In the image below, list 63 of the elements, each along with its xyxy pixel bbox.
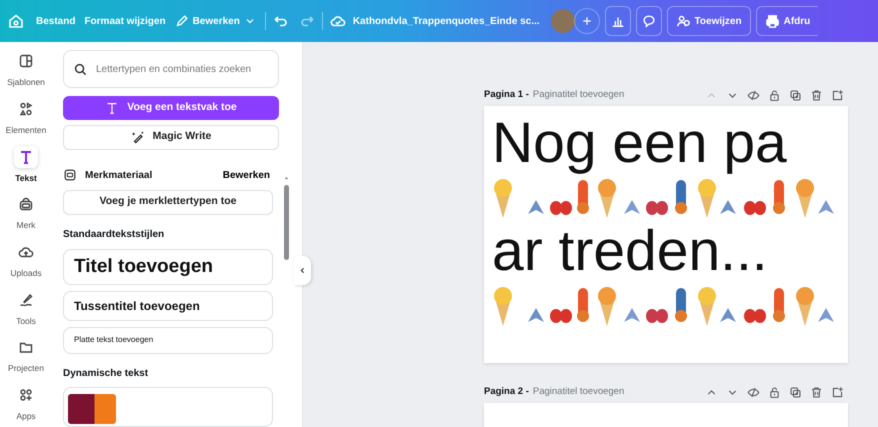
scroll-up-icon (283, 175, 290, 181)
copy-icon[interactable] (789, 88, 802, 102)
comment-icon (642, 14, 656, 28)
print-button[interactable]: Afdru (756, 6, 818, 36)
assign-button[interactable]: Toewijzen (666, 6, 751, 36)
eye-slash-icon[interactable] (747, 386, 760, 398)
layout-icon (18, 53, 34, 70)
people-icon (676, 14, 691, 28)
pencil-icon (174, 14, 189, 28)
add-page-icon[interactable] (831, 88, 844, 102)
search-field[interactable]: Lettertypen en combinaties zoeken (63, 50, 279, 88)
text-icon (105, 100, 120, 115)
section-heading: Standaardtekststijlen (63, 228, 166, 242)
page-text: ar treden... (491, 220, 769, 282)
chevron-left-icon (298, 266, 307, 275)
dynamic-text-card[interactable] (63, 387, 273, 427)
shapes-icon (18, 101, 34, 118)
magic-write-button[interactable]: Magic Write (63, 124, 279, 150)
comment-button[interactable] (636, 6, 662, 36)
design-page[interactable]: Nog een pa ar treden... (484, 106, 848, 363)
home-icon[interactable] (8, 13, 24, 29)
page-title-field[interactable]: Paginatitel toevoegen (532, 384, 624, 400)
sidebar-item[interactable]: Projecten (0, 332, 52, 380)
document-title[interactable]: Kathondvla_Trappenquotes_Einde sc... (350, 10, 542, 32)
lock-icon[interactable] (768, 386, 781, 398)
sidebar-item[interactable]: Tekst (0, 141, 52, 189)
calendar-thumbnail (68, 394, 116, 424)
sidebar-item[interactable]: Sjablonen (0, 46, 52, 94)
page-label: Pagina 2 - (484, 384, 529, 399)
apps-icon (18, 386, 34, 403)
copy-icon[interactable] (789, 386, 802, 398)
sidebar-item[interactable]: Tools (0, 284, 52, 332)
scrollbar-thumb[interactable] (284, 185, 289, 260)
lock-icon[interactable] (768, 88, 781, 102)
draw-tool-icon (18, 292, 34, 308)
brand-kit-icon (63, 168, 77, 182)
trash-icon[interactable] (810, 88, 823, 102)
section-heading: Merkmateriaal (85, 168, 152, 183)
sidebar-item[interactable]: Merk (0, 188, 52, 236)
plus-icon (580, 15, 593, 27)
brand-kit-icon (18, 196, 34, 212)
add-textbox-button[interactable]: Voeg een tekstvak toe (63, 96, 279, 120)
sidebar-item[interactable]: Apps (0, 379, 52, 427)
edit-link[interactable]: Bewerken (222, 168, 270, 183)
add-page-icon[interactable] (831, 386, 844, 398)
magic-pen-icon (130, 130, 145, 144)
add-brand-fonts-button[interactable]: Voeg je merklettertypen toe (63, 190, 273, 215)
trash-icon[interactable] (810, 386, 823, 398)
text-style-option[interactable]: Titel toevoegen (63, 248, 273, 285)
text-style-option[interactable]: Platte tekst toevoegen (63, 326, 273, 354)
text-style-option[interactable]: Tussentitel toevoegen (63, 290, 273, 321)
sidebar-item[interactable]: Uploads (0, 236, 52, 284)
cloud-check-icon[interactable] (330, 13, 346, 29)
page-title-field[interactable]: Paginatitel toevoegen (532, 88, 624, 102)
page-label: Pagina 1 - (484, 88, 529, 102)
page-text: Nog een pa (491, 112, 788, 174)
printer-icon (764, 14, 780, 28)
eye-slash-icon[interactable] (747, 88, 760, 102)
section-heading: Dynamische tekst (63, 367, 150, 382)
chart-button[interactable] (604, 6, 631, 36)
sidebar-item[interactable]: Elementen (0, 94, 52, 142)
search-icon (73, 62, 88, 77)
text-icon (18, 148, 34, 165)
